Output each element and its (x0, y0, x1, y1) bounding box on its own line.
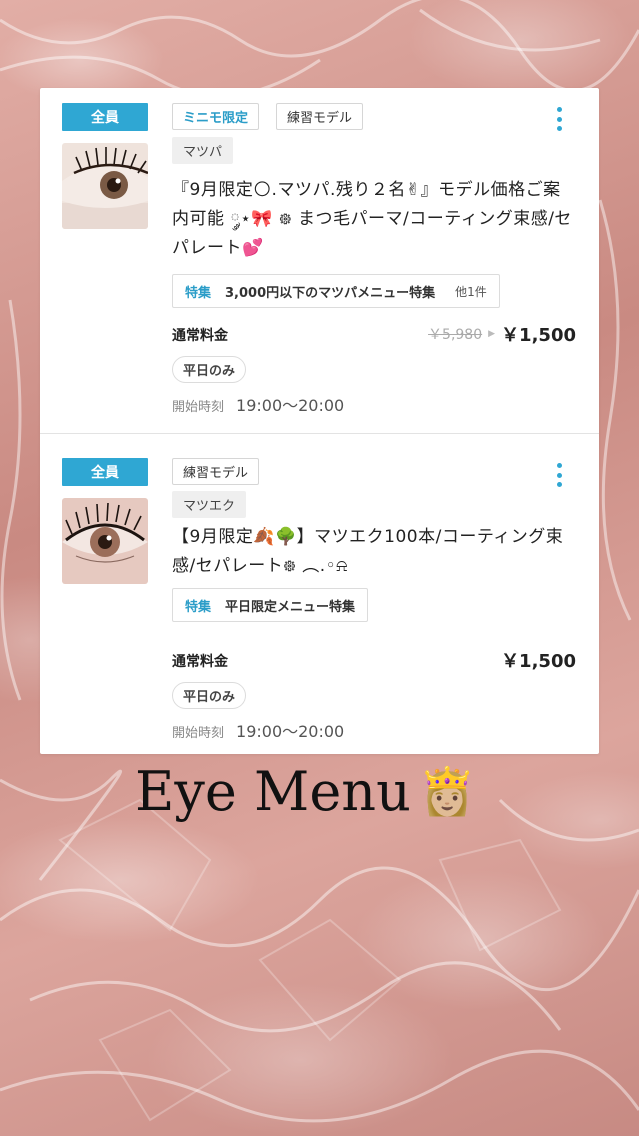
tag-practice-model: 練習モデル (276, 103, 364, 130)
price-row: ￥1,500 (501, 647, 576, 673)
princess-emoji-icon: 👸🏼 (418, 764, 477, 818)
price-label: 通常料金 (172, 654, 228, 670)
feature-more: 他1件 (455, 284, 487, 299)
model-price: ￥1,500 (501, 651, 576, 672)
feature-text: 3,000円以下のマツパメニュー特集 (225, 285, 436, 301)
start-time-row: 開始時刻 19:00〜20:00 (172, 718, 344, 742)
feature-chip[interactable]: 特集 平日限定メニュー特集 (172, 588, 369, 622)
original-price: ￥5,980 (428, 327, 483, 343)
start-time: 19:00〜20:00 (236, 722, 345, 741)
menu-card[interactable]: 全員 ミニモ限定 練習モデル マツパ 『9月限定🌕.マツパ.残り２名✌︎』モデル… (40, 88, 599, 434)
price-label: 通常料金 (172, 328, 228, 344)
tag-category: マツパ (172, 137, 234, 164)
menu-list-panel: 全員 ミニモ限定 練習モデル マツパ 『9月限定🌕.マツパ.残り２名✌︎』モデル… (40, 88, 599, 754)
model-price: ￥1,500 (501, 325, 576, 346)
feature-text: 平日限定メニュー特集 (225, 599, 356, 615)
feature-label: 特集 (185, 599, 212, 615)
price-row: ￥5,980 ▶ ￥1,500 (428, 321, 576, 347)
menu-title[interactable]: 『9月限定🌕.マツパ.残り２名✌︎』モデル価格ご案内可能 ༘⋆🎀 ᪥ まつ毛パー… (172, 176, 572, 263)
start-label: 開始時刻 (172, 400, 225, 415)
more-vertical-icon[interactable] (549, 105, 569, 133)
eye-thumbnail[interactable] (62, 143, 148, 229)
more-vertical-icon[interactable] (549, 461, 569, 489)
target-badge: 全員 (62, 103, 148, 131)
eye-thumbnail[interactable] (62, 498, 148, 584)
start-label: 開始時刻 (172, 726, 225, 741)
start-time-row: 開始時刻 19:00〜20:00 (172, 392, 344, 416)
feature-chip[interactable]: 特集 3,000円以下のマツパメニュー特集 他1件 (172, 274, 500, 308)
tag-category: マツエク (172, 491, 247, 518)
tag-practice-model: 練習モデル (172, 458, 260, 485)
weekday-only-pill: 平日のみ (172, 682, 247, 709)
target-badge: 全員 (62, 458, 148, 486)
tag-minimo-limited: ミニモ限定 (172, 103, 260, 130)
arrow-right-icon: ▶ (488, 329, 496, 339)
start-time: 19:00〜20:00 (236, 396, 345, 415)
caption-text: Eye Menu (135, 760, 411, 823)
weekday-only-pill: 平日のみ (172, 356, 247, 383)
menu-card[interactable]: 全員 練習モデル マツエク 【9月限定🍂🌳】マツエク100本/コーティング束感/… (40, 435, 599, 754)
feature-label: 特集 (185, 285, 212, 301)
eye-menu-caption: Eye Menu 👸🏼 (135, 760, 476, 823)
menu-title[interactable]: 【9月限定🍂🌳】マツエク100本/コーティング束感/セパレート᪥ ︵.◦⍾ (172, 523, 572, 581)
